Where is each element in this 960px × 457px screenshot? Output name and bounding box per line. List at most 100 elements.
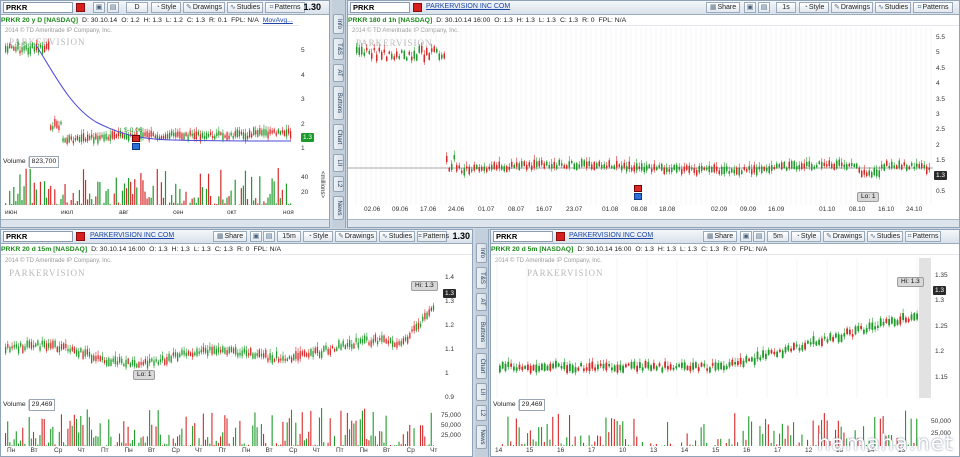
sidebar-tab-buttons[interactable]: Buttons	[333, 86, 344, 120]
candle	[426, 47, 428, 55]
volume-bar	[228, 196, 230, 205]
patterns-button[interactable]: ⌗Patterns	[265, 2, 305, 13]
candle	[908, 166, 910, 170]
aggregation-dropdown[interactable]: 15m	[277, 231, 301, 242]
sidebar-tab-chart[interactable]: Chart	[333, 124, 344, 150]
sidebar-tab-info[interactable]: Info	[476, 243, 487, 263]
sidebar-tab-l2[interactable]: L2	[476, 405, 487, 421]
sidebar-tab-lii[interactable]: LII	[476, 383, 487, 401]
style-button[interactable]: ◔Style	[303, 231, 333, 242]
volume-bar	[62, 194, 64, 205]
candle	[166, 133, 169, 139]
candle	[846, 164, 848, 170]
link-color-icon[interactable]	[556, 232, 565, 241]
candle	[726, 166, 728, 172]
dividend-marker[interactable]	[634, 185, 642, 192]
studies-button[interactable]: ∿Studies	[379, 231, 415, 242]
candle	[656, 167, 658, 170]
candle	[33, 46, 35, 52]
volume-bar	[333, 436, 336, 446]
sidebar-tab-at[interactable]: AT	[476, 293, 487, 311]
chart-settings-icon[interactable]: ▣	[250, 231, 262, 242]
grid-layout-icon[interactable]: ▤	[107, 2, 119, 13]
volume-bar	[171, 195, 173, 205]
horizontal-scrollbar[interactable]	[348, 219, 959, 227]
volume-bar	[299, 433, 301, 446]
earnings-marker[interactable]	[634, 193, 642, 200]
candle	[458, 165, 460, 169]
chart-panel-4: PRKR PARKERVISION INC COM ▦Share ▣ ▤ 5m …	[490, 229, 960, 457]
sidebar-tab-buttons[interactable]: Buttons	[476, 315, 487, 349]
volume-bar	[164, 171, 167, 205]
chart-settings-icon[interactable]: ▣	[744, 2, 756, 13]
dividend-marker[interactable]	[132, 135, 140, 142]
volume-bar	[664, 445, 666, 446]
volume-bar	[242, 185, 244, 205]
sidebar-tab-at[interactable]: AT	[333, 64, 344, 82]
studies-button[interactable]: ∿Studies	[227, 2, 263, 13]
candle	[408, 51, 410, 55]
candle	[868, 322, 871, 330]
symbol-input[interactable]: PRKR	[3, 2, 73, 13]
link-color-icon[interactable]	[76, 3, 85, 12]
symbol-input[interactable]: PRKR	[350, 2, 410, 13]
sidebar-tab-chart[interactable]: Chart	[476, 353, 487, 379]
link-color-icon[interactable]	[413, 3, 422, 12]
symbol-input[interactable]: PRKR	[493, 231, 553, 242]
grid-layout-icon[interactable]: ▤	[758, 2, 770, 13]
company-name[interactable]: PARKERVISION INC COM	[569, 232, 653, 239]
candle	[616, 160, 618, 168]
drawings-button[interactable]: ✎Drawings	[831, 2, 873, 13]
volume-bar	[745, 439, 747, 446]
candle	[239, 352, 241, 356]
aggregation-dropdown[interactable]: 1s	[776, 2, 796, 13]
grid-layout-icon[interactable]: ▤	[263, 231, 275, 242]
sidebar-tab-l2[interactable]: L2	[333, 176, 344, 192]
candle	[220, 132, 222, 136]
x-axis-1: июн июл авг сен окт ноя	[5, 209, 294, 216]
candle	[46, 43, 48, 49]
candle	[93, 355, 95, 361]
company-name[interactable]: PARKERVISION INC COM	[90, 232, 174, 239]
horizontal-scrollbar[interactable]	[1, 219, 329, 227]
studies-button[interactable]: ∿Studies	[875, 2, 911, 13]
sidebar-tab-ts[interactable]: T&S	[476, 267, 487, 289]
chart-settings-icon[interactable]: ▣	[740, 231, 752, 242]
share-button[interactable]: ▦Share	[703, 231, 737, 242]
aggregation-dropdown[interactable]: 5m	[767, 231, 789, 242]
volume-bar	[151, 424, 153, 446]
candle	[725, 365, 728, 369]
patterns-button[interactable]: ⌗Patterns	[417, 231, 449, 242]
link-color-icon[interactable]	[76, 232, 85, 241]
drawings-button[interactable]: ✎Drawings	[183, 2, 225, 13]
sidebar-tab-lii[interactable]: LII	[333, 154, 344, 172]
drawings-button[interactable]: ✎Drawings	[335, 231, 377, 242]
candle	[806, 161, 808, 167]
share-button[interactable]: ▦Share	[213, 231, 247, 242]
earnings-marker[interactable]	[132, 143, 140, 150]
studies-button[interactable]: ∿Studies	[867, 231, 903, 242]
candle	[303, 350, 306, 357]
study-link[interactable]: MovAvg...	[263, 17, 293, 24]
style-button[interactable]: ◔Style	[791, 231, 821, 242]
sidebar-tab-ts[interactable]: T&S	[333, 38, 344, 60]
patterns-button[interactable]: ⌗Patterns	[905, 231, 941, 242]
company-name[interactable]: PARKERVISION INC COM	[426, 3, 510, 10]
sidebar-tab-news[interactable]: News	[476, 425, 487, 449]
sidebar-tab-info[interactable]: Info	[333, 14, 344, 34]
symbol-input[interactable]: PRKR	[3, 231, 73, 242]
candle	[748, 358, 750, 362]
aggregation-dropdown[interactable]: D	[126, 2, 148, 13]
patterns-button[interactable]: ⌗Patterns	[913, 2, 953, 13]
chart-settings-icon[interactable]: ▣	[93, 2, 105, 13]
candle	[831, 163, 833, 168]
share-button[interactable]: ▦Share	[706, 2, 740, 13]
sidebar-tab-news[interactable]: News	[333, 196, 344, 220]
candle	[591, 164, 593, 170]
drawings-button[interactable]: ✎Drawings	[823, 231, 865, 242]
candle	[232, 135, 234, 139]
style-button[interactable]: ◔Style	[151, 2, 181, 13]
grid-layout-icon[interactable]: ▤	[753, 231, 765, 242]
volume-bar	[87, 199, 89, 205]
style-button[interactable]: ◔Style	[799, 2, 829, 13]
